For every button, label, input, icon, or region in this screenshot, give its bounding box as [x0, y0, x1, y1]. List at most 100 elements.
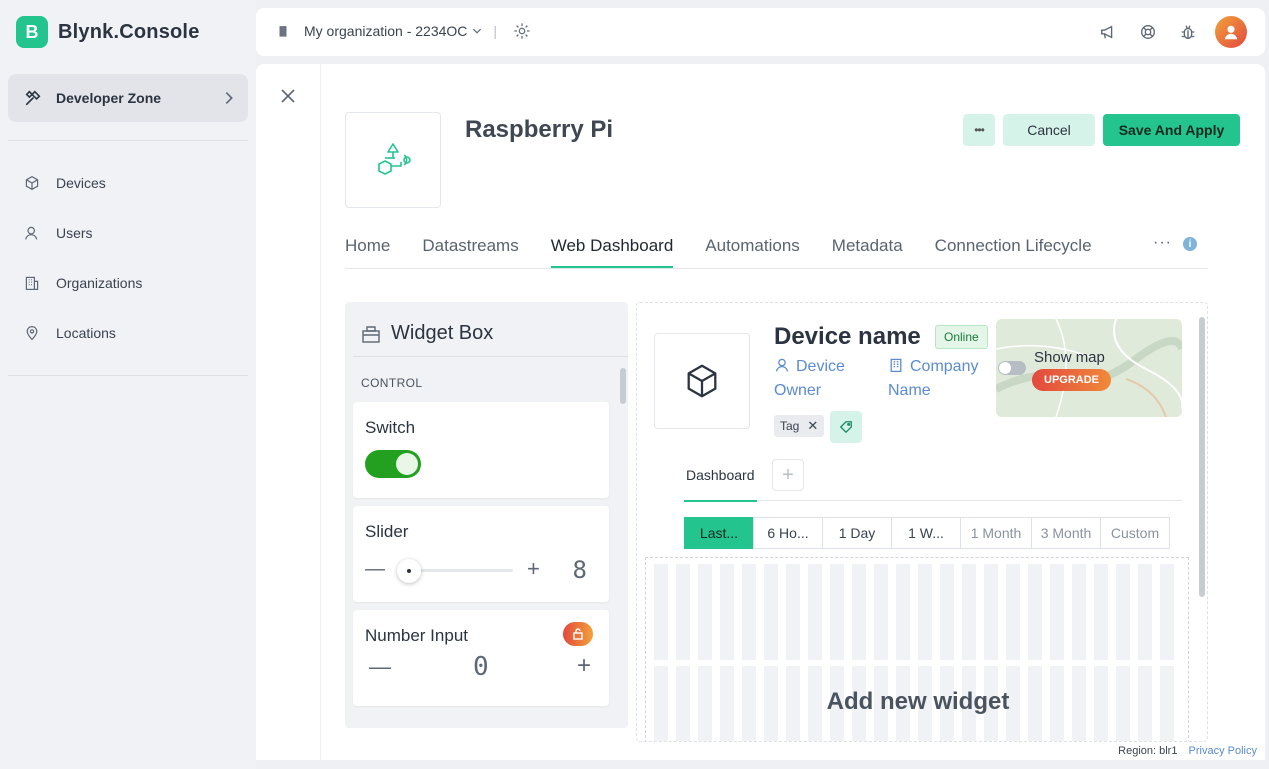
tab-home[interactable]: Home	[345, 220, 390, 268]
widget-box-icon	[362, 325, 380, 343]
widget-box-scrollbar[interactable]	[620, 364, 626, 714]
user-icon	[775, 358, 789, 372]
building-icon	[890, 358, 902, 373]
sidebar: B Blynk.Console Developer Zone Devices U…	[0, 0, 256, 769]
scrollbar-thumb[interactable]	[1199, 317, 1205, 597]
dashboard-scrollbar[interactable]	[1199, 307, 1205, 737]
tools-icon	[25, 90, 41, 106]
widget-box-title: Widget Box	[391, 322, 494, 344]
info-icon[interactable]: i	[1183, 237, 1197, 251]
topbar-icons	[1077, 16, 1247, 48]
close-icon[interactable]	[280, 88, 296, 104]
range-6-hours[interactable]: 6 Ho...	[753, 517, 823, 549]
chevron-right-icon	[225, 92, 233, 104]
tab-connection-lifecycle[interactable]: Connection Lifecycle	[935, 220, 1092, 268]
range-3-month[interactable]: 3 Month	[1031, 517, 1101, 549]
widget-box-divider	[353, 356, 628, 357]
number-input-control: — 0 +	[365, 652, 597, 682]
number-plus-button[interactable]: +	[577, 652, 591, 680]
add-new-widget-label: Add new widget	[826, 688, 1010, 715]
sidebar-item-users[interactable]: Users	[0, 208, 256, 258]
template-title: Raspberry Pi	[465, 116, 614, 143]
user-icon	[25, 226, 38, 240]
lock-upgrade-badge[interactable]	[563, 622, 593, 646]
tab-metadata[interactable]: Metadata	[832, 220, 903, 268]
range-1-day[interactable]: 1 Day	[822, 517, 892, 549]
widget-card-number-input[interactable]: Number Input — 0 +	[353, 610, 609, 706]
show-map-toggle[interactable]	[998, 361, 1026, 375]
add-tag-button[interactable]	[830, 411, 862, 443]
slider-plus-button[interactable]: +	[527, 556, 540, 582]
gear-icon[interactable]	[513, 22, 531, 40]
upgrade-badge[interactable]: UPGRADE	[1032, 369, 1112, 391]
separator: |	[493, 23, 498, 39]
more-button[interactable]: •••	[963, 114, 995, 146]
building-icon	[25, 276, 39, 290]
show-map-label: Show map	[1034, 349, 1105, 366]
slider-track[interactable]	[409, 569, 513, 572]
avatar[interactable]	[1215, 16, 1247, 48]
tag-remove-icon[interactable]: ✕	[807, 418, 818, 434]
tab-web-dashboard[interactable]: Web Dashboard	[550, 220, 673, 268]
brand[interactable]: B Blynk.Console	[16, 16, 200, 48]
widget-box-header: Widget Box	[361, 322, 493, 345]
sidebar-item-label: Locations	[56, 325, 116, 341]
raspberry-pi-template-icon	[378, 143, 411, 175]
sidebar-item-label: Users	[56, 225, 93, 241]
user-avatar-icon	[1224, 25, 1238, 40]
cancel-button[interactable]: Cancel	[1003, 114, 1095, 146]
developer-zone-button[interactable]: Developer Zone	[8, 74, 248, 122]
brand-logo: B	[16, 16, 48, 48]
number-minus-button[interactable]: —	[369, 654, 391, 680]
footer: Region: blr1 Privacy Policy	[1118, 745, 1257, 757]
tabs-more-button[interactable]: ···	[1153, 234, 1172, 252]
map-preview[interactable]: Show map UPGRADE	[996, 319, 1182, 417]
brand-name: Blynk.Console	[58, 20, 200, 43]
widget-card-slider[interactable]: Slider — + 8	[353, 506, 609, 602]
number-value: 0	[473, 652, 489, 682]
chevron-down-icon	[473, 28, 482, 34]
sidebar-item-devices[interactable]: Devices	[0, 158, 256, 208]
sidebar-item-organizations[interactable]: Organizations	[0, 258, 256, 308]
location-pin-icon	[26, 326, 38, 341]
tab-datastreams[interactable]: Datastreams	[422, 220, 518, 268]
header-actions: ••• Cancel Save And Apply	[963, 114, 1240, 146]
range-custom[interactable]: Custom	[1100, 517, 1170, 549]
tag-icon	[839, 421, 852, 434]
tab-automations[interactable]: Automations	[705, 220, 800, 268]
scrollbar-thumb[interactable]	[620, 368, 626, 404]
megaphone-icon[interactable]	[1099, 23, 1117, 41]
slider-value: 8	[572, 556, 587, 584]
cube-icon	[25, 176, 39, 190]
sidebar-item-label: Organizations	[56, 275, 143, 291]
slider-thumb[interactable]	[397, 559, 421, 583]
widget-drop-area[interactable]: Add new widget	[645, 557, 1189, 741]
lock-icon	[573, 628, 583, 640]
sidebar-item-locations[interactable]: Locations	[0, 308, 256, 358]
company-name-link[interactable]: Company Name	[888, 355, 988, 403]
save-and-apply-button[interactable]: Save And Apply	[1103, 114, 1240, 146]
device-name: Device name	[774, 323, 921, 350]
tab-dashboard[interactable]: Dashboard	[684, 453, 757, 502]
add-dashboard-tab-button[interactable]: +	[772, 459, 804, 491]
range-1-week[interactable]: 1 W...	[891, 517, 961, 549]
template-image[interactable]	[345, 112, 441, 208]
close-column	[256, 64, 321, 760]
slider-minus-button[interactable]: —	[365, 558, 385, 581]
tag-chip[interactable]: Tag ✕	[774, 415, 825, 437]
device-owner-link[interactable]: Device Owner	[774, 355, 874, 403]
privacy-policy-link[interactable]: Privacy Policy	[1189, 745, 1257, 757]
range-1-month[interactable]: 1 Month	[960, 517, 1032, 549]
widget-card-switch[interactable]: Switch	[353, 402, 609, 498]
topbar: My organization - 2234OC |	[256, 8, 1265, 56]
widget-section-label: CONTROL	[361, 376, 423, 390]
device-image[interactable]	[654, 333, 750, 429]
widget-box: Widget Box CONTROL Switch Slider — + 8 N…	[345, 302, 628, 728]
lifebuoy-icon[interactable]	[1139, 23, 1157, 41]
switch-toggle[interactable]	[365, 450, 421, 478]
organization-selector[interactable]: My organization - 2234OC |	[276, 22, 531, 40]
range-last[interactable]: Last...	[684, 517, 754, 549]
sidebar-item-label: Devices	[56, 175, 106, 191]
tab-list: Home Datastreams Web Dashboard Automatio…	[345, 220, 1135, 268]
bug-icon[interactable]	[1179, 23, 1197, 41]
